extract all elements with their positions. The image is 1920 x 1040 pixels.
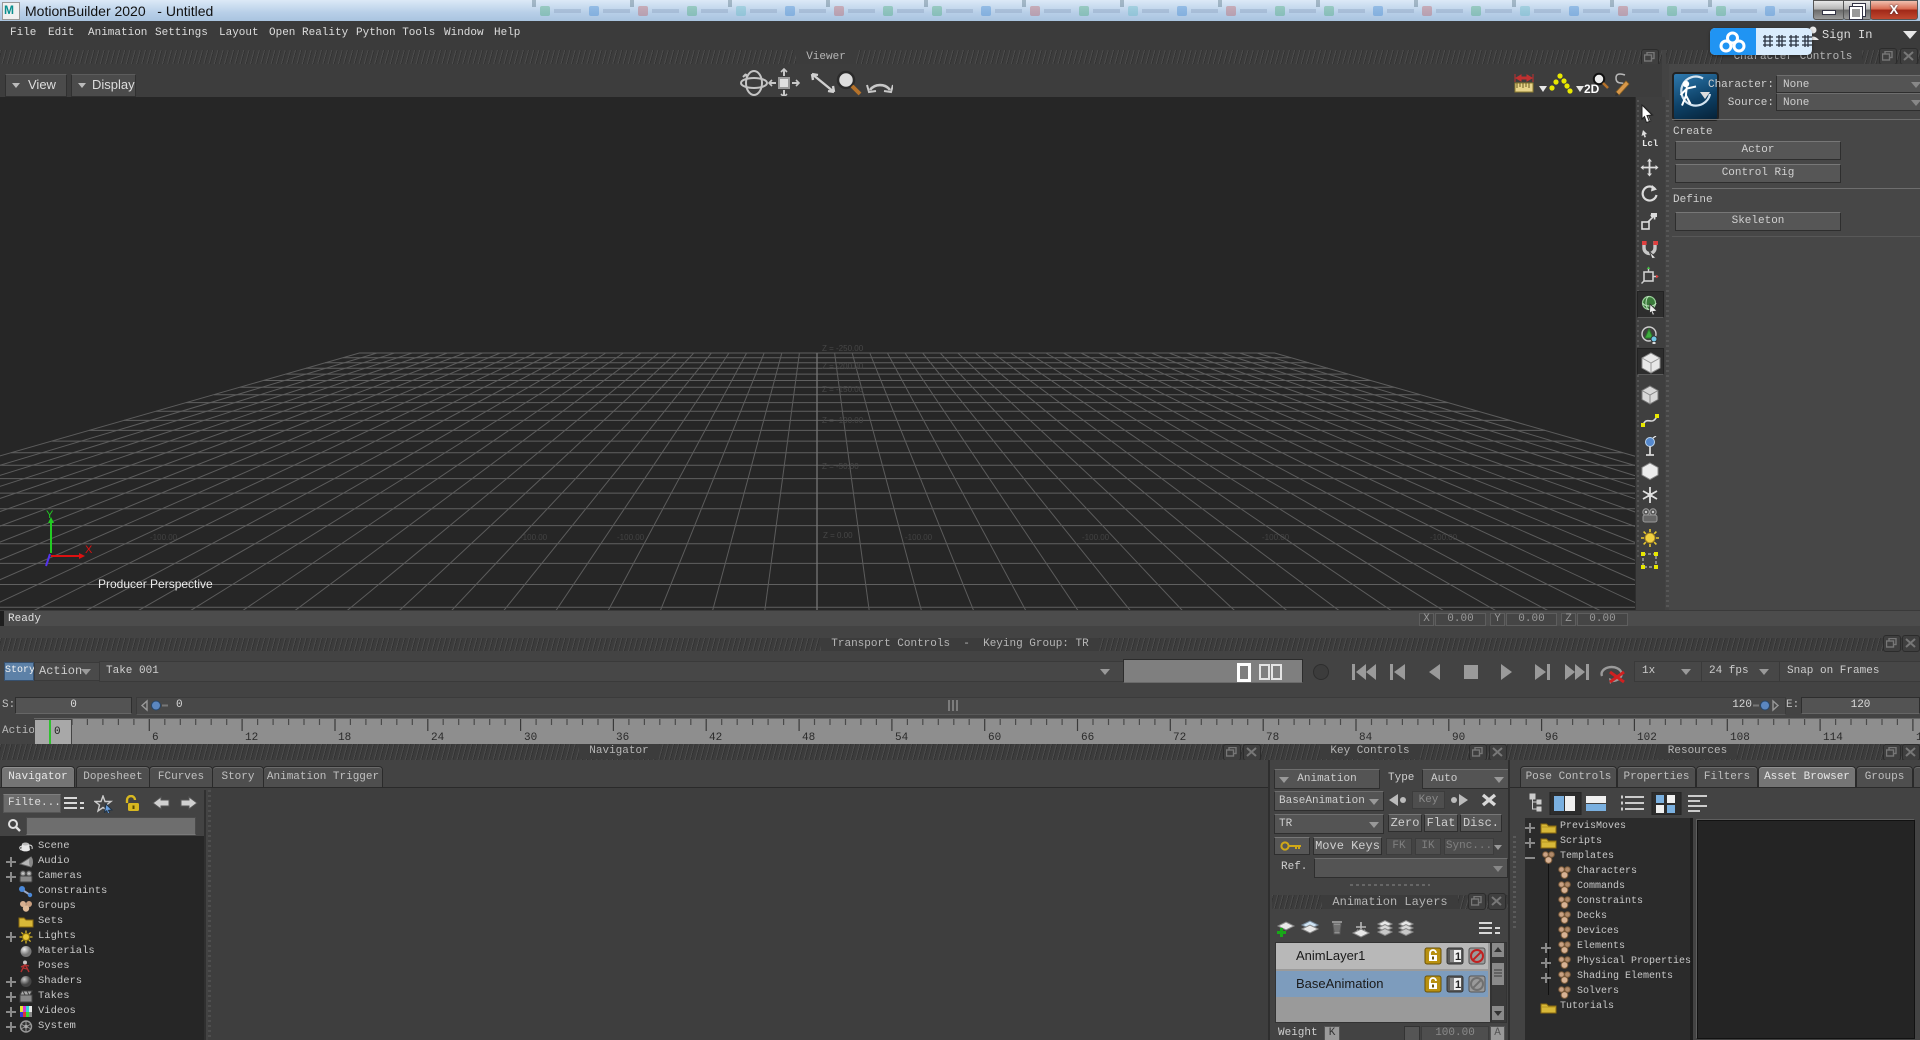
svg-text:66: 66: [1081, 732, 1094, 744]
svg-text:120: 120: [1916, 732, 1920, 744]
svg-text:96: 96: [1545, 732, 1558, 744]
svg-text:36: 36: [616, 732, 629, 744]
svg-text:48: 48: [802, 732, 815, 744]
svg-text:-100.00: -100.00: [150, 533, 178, 542]
svg-text:78: 78: [1266, 732, 1279, 744]
svg-text:-100.00: -100.00: [1082, 533, 1110, 542]
svg-text:Z = 0.00: Z = 0.00: [823, 531, 853, 540]
svg-text:-100.00: -100.00: [617, 533, 645, 542]
svg-text:Y: Y: [46, 509, 54, 521]
svg-text:24: 24: [431, 732, 445, 744]
svg-text:30: 30: [524, 732, 537, 744]
svg-text:54: 54: [895, 732, 909, 744]
svg-text:114: 114: [1823, 732, 1843, 744]
svg-text:1: 1: [1455, 979, 1461, 991]
svg-text:60: 60: [988, 732, 1001, 744]
svg-text:Z = -50.00: Z = -50.00: [822, 462, 859, 471]
svg-text:18: 18: [338, 732, 351, 744]
svg-text:2D: 2D: [1584, 82, 1600, 96]
svg-text:X: X: [85, 544, 93, 556]
svg-text:108: 108: [1730, 732, 1750, 744]
svg-text:Z = -100.00: Z = -100.00: [822, 416, 864, 425]
svg-text:84: 84: [1359, 732, 1373, 744]
svg-text:12: 12: [245, 732, 258, 744]
svg-text:72: 72: [1173, 732, 1186, 744]
svg-text:-100.00: -100.00: [1430, 533, 1458, 542]
svg-text:Z = -200.00: Z = -200.00: [822, 362, 864, 371]
svg-text:-100.00: -100.00: [1262, 533, 1290, 542]
svg-text:6: 6: [152, 732, 159, 744]
svg-text:-100.00: -100.00: [520, 533, 548, 542]
svg-text:1: 1: [1455, 951, 1461, 963]
svg-text:Z = -150.00: Z = -150.00: [822, 385, 864, 394]
svg-text:102: 102: [1637, 732, 1657, 744]
svg-text:42: 42: [709, 732, 722, 744]
svg-text:Lcl: Lcl: [1642, 139, 1659, 148]
svg-text:Z = -250.00: Z = -250.00: [822, 344, 864, 353]
svg-text:-100.00: -100.00: [905, 533, 933, 542]
svg-text:90: 90: [1452, 732, 1465, 744]
